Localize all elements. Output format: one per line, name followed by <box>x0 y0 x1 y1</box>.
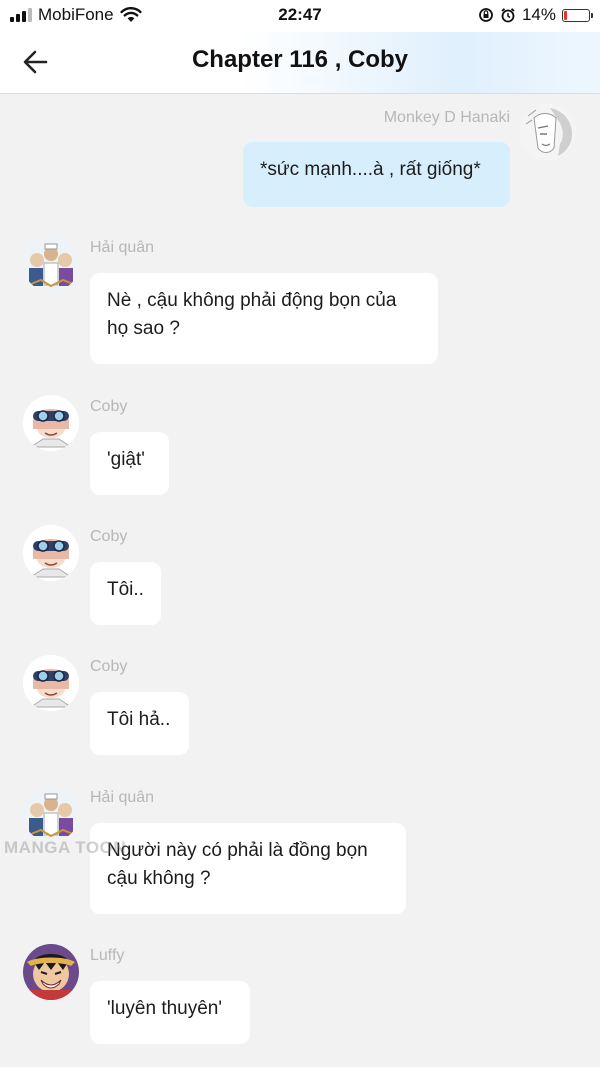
message-bubble[interactable]: *sức mạnh....à , rất giống* <box>243 142 510 207</box>
message-text: 'giật' <box>107 449 145 470</box>
message-text: *sức mạnh....à , rất giống* <box>260 159 481 180</box>
message-text-line: Người này có phải là đồng bọn <box>107 840 368 861</box>
status-right: 14% <box>478 5 593 25</box>
chapter-title: Chapter 116 , Coby <box>191 46 409 73</box>
battery-percent: 14% <box>521 5 556 24</box>
sender-name: Luffy <box>90 947 125 964</box>
avatar[interactable] <box>23 525 79 581</box>
status-bar: MobiFone 22:47 14% <box>0 0 600 32</box>
message-bubble[interactable]: 'luyên thuyên' <box>90 981 250 1044</box>
message-text: 'luyên thuyên' <box>107 998 223 1019</box>
sketch-avatar-icon <box>520 104 576 160</box>
message-text: Tôi.. <box>107 579 144 600</box>
orientation-lock-icon <box>479 8 493 22</box>
sender-name: Monkey D Hanaki <box>383 109 510 126</box>
message-bubble[interactable]: Nè , cậu không phải động bọn của họ sao … <box>90 273 438 364</box>
group-avatar-icon <box>23 786 79 842</box>
battery-icon <box>562 8 593 22</box>
coby-avatar-icon <box>23 395 79 451</box>
coby-avatar-icon <box>23 525 79 581</box>
chat-header: Chapter 116 , Coby <box>0 32 600 94</box>
message-bubble[interactable]: 'giật' <box>90 432 169 495</box>
avatar[interactable] <box>23 395 79 451</box>
sender-name: Coby <box>90 528 128 545</box>
coby-avatar-icon <box>23 655 79 711</box>
message-bubble[interactable]: Tôi hả.. <box>90 692 189 755</box>
avatar[interactable] <box>23 944 79 1000</box>
sender-name: Hải quân <box>90 239 155 256</box>
battery-fill <box>564 10 567 20</box>
message-text-line: họ sao ? <box>107 318 180 339</box>
message-text-line: cậu không ? <box>107 868 211 889</box>
sender-name: Coby <box>90 398 128 415</box>
message-text-line: Nè , cậu không phải động bọn của <box>107 290 397 311</box>
sender-name: Hải quân <box>90 789 155 806</box>
avatar[interactable] <box>23 655 79 711</box>
message-bubble[interactable]: Tôi.. <box>90 562 161 625</box>
group-avatar-icon <box>23 236 79 292</box>
watermark-logo: MANGA TOON <box>4 838 127 857</box>
avatar[interactable] <box>520 104 576 160</box>
message-bubble[interactable]: Người này có phải là đồng bọn cậu không … <box>90 823 406 914</box>
avatar[interactable] <box>23 236 79 292</box>
avatar[interactable] <box>23 786 79 842</box>
alarm-icon <box>501 8 515 23</box>
luffy-avatar-icon <box>23 944 79 1000</box>
sender-name: Coby <box>90 658 128 675</box>
message-text: Tôi hả.. <box>107 709 171 730</box>
